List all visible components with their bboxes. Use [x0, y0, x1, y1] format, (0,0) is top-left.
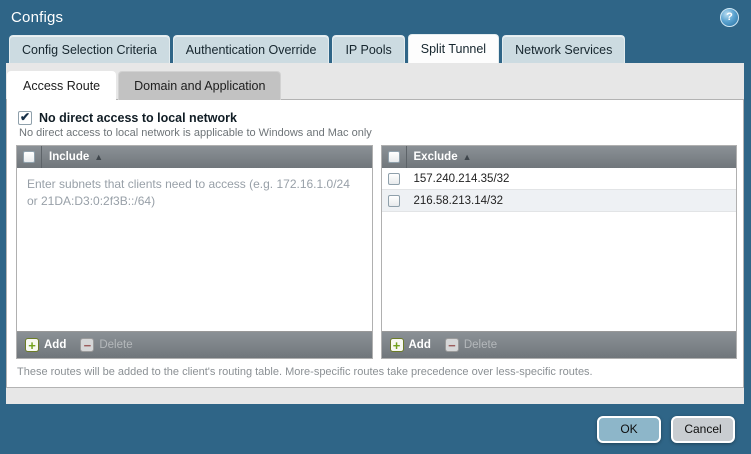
delete-glyph: − — [448, 339, 456, 352]
sub-tab-bar: Access Route Domain and Application — [7, 71, 744, 100]
exclude-list-body[interactable]: 157.240.214.35/32 216.58.213.14/32 — [382, 168, 737, 331]
dialog-footer: OK Cancel — [0, 404, 751, 454]
tab-split-tunnel[interactable]: Split Tunnel — [408, 34, 499, 63]
include-list: Include ▲ Enter subnets that clients nee… — [16, 145, 373, 359]
tab-network-services[interactable]: Network Services — [502, 35, 625, 63]
exclude-row-checkbox[interactable] — [388, 173, 400, 185]
tab-config-selection-criteria[interactable]: Config Selection Criteria — [9, 35, 170, 63]
include-delete-label: Delete — [99, 339, 132, 351]
exclude-add-label: Add — [409, 339, 431, 351]
exclude-route-value: 216.58.213.14/32 — [414, 195, 504, 207]
include-select-all-checkbox[interactable] — [23, 151, 35, 163]
exclude-select-all-checkbox[interactable] — [388, 151, 400, 163]
cancel-button[interactable]: Cancel — [671, 416, 735, 443]
delete-glyph: − — [84, 339, 92, 352]
include-add-label: Add — [44, 339, 66, 351]
add-glyph: + — [28, 339, 36, 352]
delete-icon: − — [80, 338, 94, 352]
exclude-add-button[interactable]: + Add — [390, 338, 431, 352]
dialog-body: Access Route Domain and Application ✔ No… — [6, 63, 744, 404]
ok-button[interactable]: OK — [597, 416, 661, 443]
access-route-panel: ✔ No direct access to local network No d… — [6, 99, 744, 388]
exclude-row[interactable]: 216.58.213.14/32 — [382, 190, 737, 212]
include-header-check-cell — [17, 146, 42, 168]
exclude-delete-button[interactable]: − Delete — [445, 338, 497, 352]
title-bar: Configs ? — [0, 0, 751, 34]
add-icon: + — [25, 338, 39, 352]
exclude-list: Exclude ▲ 157.240.214.35/32 216.58.213.1… — [381, 145, 738, 359]
route-lists: Include ▲ Enter subnets that clients nee… — [16, 145, 737, 359]
exclude-route-value: 157.240.214.35/32 — [414, 173, 510, 185]
exclude-column-title[interactable]: Exclude — [414, 151, 458, 163]
include-placeholder: Enter subnets that clients need to acces… — [17, 168, 371, 211]
subtab-access-route[interactable]: Access Route — [7, 71, 116, 100]
tab-authentication-override[interactable]: Authentication Override — [173, 35, 330, 63]
row-check-cell — [382, 195, 407, 207]
main-tab-bar: Config Selection Criteria Authentication… — [0, 34, 751, 63]
include-delete-button[interactable]: − Delete — [80, 338, 132, 352]
include-list-header: Include ▲ — [17, 146, 372, 168]
sort-ascending-icon: ▲ — [463, 152, 472, 162]
routing-table-note: These routes will be added to the client… — [7, 359, 743, 387]
body-bottom-spacer — [6, 388, 744, 404]
no-direct-access-label: No direct access to local network — [39, 111, 237, 125]
help-icon[interactable]: ? — [720, 8, 739, 27]
no-direct-access-checkbox[interactable]: ✔ — [18, 111, 32, 125]
no-direct-access-option[interactable]: ✔ No direct access to local network — [7, 100, 743, 125]
include-list-toolbar: + Add − Delete — [17, 331, 372, 358]
row-check-cell — [382, 173, 407, 185]
exclude-row[interactable]: 157.240.214.35/32 — [382, 168, 737, 190]
exclude-row-checkbox[interactable] — [388, 195, 400, 207]
add-icon: + — [390, 338, 404, 352]
subtab-domain-and-application[interactable]: Domain and Application — [118, 71, 281, 100]
exclude-header-check-cell — [382, 146, 407, 168]
dialog-title: Configs — [11, 9, 63, 26]
delete-icon: − — [445, 338, 459, 352]
include-add-button[interactable]: + Add — [25, 338, 66, 352]
checkmark-icon: ✔ — [20, 111, 30, 123]
tab-ip-pools[interactable]: IP Pools — [332, 35, 404, 63]
help-glyph: ? — [726, 11, 733, 23]
include-column-title[interactable]: Include — [49, 151, 89, 163]
no-direct-access-note: No direct access to local network is app… — [19, 127, 743, 139]
sort-ascending-icon: ▲ — [94, 152, 103, 162]
include-list-body[interactable]: Enter subnets that clients need to acces… — [17, 168, 372, 331]
exclude-list-toolbar: + Add − Delete — [382, 331, 737, 358]
add-glyph: + — [393, 339, 401, 352]
configs-dialog: Configs ? Config Selection Criteria Auth… — [0, 0, 751, 454]
exclude-delete-label: Delete — [464, 339, 497, 351]
exclude-list-header: Exclude ▲ — [382, 146, 737, 168]
